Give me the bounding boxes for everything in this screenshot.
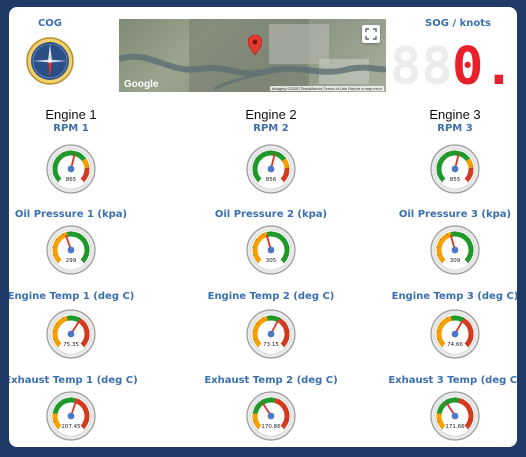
gauge-label: RPM 1 [53, 123, 89, 134]
gauge-hub [67, 412, 75, 420]
gauge-dial: 856 [246, 144, 296, 194]
gauge-hub [267, 246, 275, 254]
gauge-label: Oil Pressure 1 (kpa) [14, 209, 128, 220]
gauge-dial: 74.66 [430, 309, 480, 359]
gauge-label: Engine Temp 3 (deg C) [391, 291, 517, 302]
gauge-dial: 865 [46, 144, 96, 194]
gauge-hub [451, 330, 459, 338]
gauge-value: 207.45 [61, 424, 81, 430]
gauge-dial: 170.86 [246, 391, 296, 441]
gauge-dial: 207.45 [46, 391, 96, 441]
gauge-zone [281, 158, 290, 169]
gauge-zone [81, 158, 90, 169]
gauge-dial: 171.66 [430, 391, 480, 441]
engine-title: Engine 3 [429, 107, 481, 122]
gauge-zone [465, 158, 474, 169]
sog-value: 0.0 [452, 39, 516, 89]
gauge-hub [67, 246, 75, 254]
gauge-dial: 309 [430, 225, 480, 275]
gauge-value: 74.66 [447, 342, 463, 348]
gauge-label: Exhaust Temp 1 (deg C) [9, 375, 138, 386]
map-view[interactable]: Google Imagery ©2020 TerraMetrics Terms … [119, 19, 386, 92]
gauge-value: 309 [450, 258, 461, 264]
gauge-value: 299 [66, 258, 77, 264]
gauge-hub [67, 165, 75, 173]
gauge-label: Exhaust 3 Temp (deg C) [388, 375, 517, 386]
gauge-label: RPM 3 [437, 123, 473, 134]
gauge-value: 856 [266, 177, 277, 183]
cog-label: COG [37, 18, 63, 29]
dashboard-panel: COG Google Imagery ©2020 TerraMetrics Te… [9, 7, 517, 447]
gauge-label: Exhaust Temp 2 (deg C) [204, 375, 338, 386]
engine-title: Engine 2 [245, 107, 297, 122]
gauge-value: 865 [66, 177, 77, 183]
gauge-hub [451, 412, 459, 420]
map-pin-icon[interactable] [248, 35, 262, 55]
map-attribution[interactable]: Imagery ©2020 TerraMetrics Terms of Use … [270, 86, 384, 91]
gauge-label: Oil Pressure 3 (kpa) [398, 209, 512, 220]
gauge-label: RPM 2 [253, 123, 289, 134]
gauge-value: 73.15 [263, 342, 279, 348]
gauge-hub [267, 165, 275, 173]
map-terrain [119, 19, 386, 92]
gauge-hub [67, 330, 75, 338]
gauge-value: 170.86 [261, 424, 281, 430]
gauge-label: Engine Temp 1 (deg C) [9, 291, 135, 302]
fullscreen-icon [365, 28, 377, 40]
gauge-label: Engine Temp 2 (deg C) [207, 291, 335, 302]
sog-label: SOG / knots [425, 18, 491, 29]
gauge-hub [267, 412, 275, 420]
gauge-hub [451, 246, 459, 254]
engine-title: Engine 1 [45, 107, 97, 122]
sog-display: 88 0.0 [390, 39, 516, 89]
gauge-zone [66, 315, 81, 323]
gauge-hub [451, 165, 459, 173]
map-google-logo: Google [124, 79, 159, 90]
gauge-value: 855 [450, 177, 461, 183]
gauge-dial: 855 [430, 144, 480, 194]
gauge-zone [450, 315, 465, 323]
gauge-dial: 299 [46, 225, 96, 275]
gauge-value: 75.35 [63, 342, 79, 348]
sog-ghost-digits: 88 [390, 39, 453, 89]
gauge-value: 171.66 [445, 424, 465, 430]
gauge-label: Oil Pressure 2 (kpa) [214, 209, 328, 220]
gauge-value: 305 [266, 258, 277, 264]
gauge-hub [267, 330, 275, 338]
fullscreen-button[interactable] [362, 25, 380, 43]
gauge-dial: 75.35 [46, 309, 96, 359]
compass-icon [26, 37, 74, 85]
gauge-dial: 73.15 [246, 309, 296, 359]
gauge-dial: 305 [246, 225, 296, 275]
